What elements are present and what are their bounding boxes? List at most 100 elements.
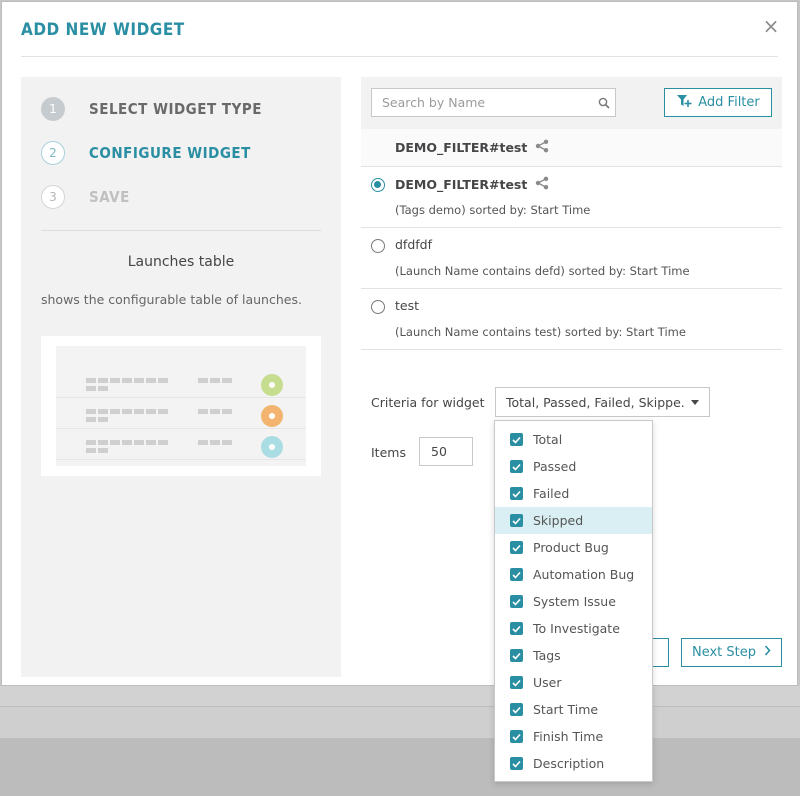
preview-bar	[86, 417, 110, 422]
modal-title: ADD NEW WIDGET	[21, 20, 185, 40]
step-label: SELECT WIDGET TYPE	[89, 100, 262, 118]
criteria-option[interactable]: Description	[495, 750, 652, 777]
filter-radio-button[interactable]	[371, 178, 385, 192]
filter-item-name-row: DEMO_FILTER#test	[395, 176, 549, 193]
filter-plus-icon	[676, 94, 692, 112]
criteria-option-label: Start Time	[533, 702, 599, 717]
filter-list: DEMO_FILTER#test (Tags demo) sorted by: …	[361, 167, 782, 350]
criteria-option[interactable]: Start Time	[495, 696, 652, 723]
wizard-sidebar: 1 SELECT WIDGET TYPE 2 CONFIGURE WIDGET …	[21, 77, 341, 677]
checkbox-checked-icon[interactable]	[510, 595, 523, 608]
filter-radio-button[interactable]	[371, 300, 385, 314]
criteria-option-label: Failed	[533, 486, 570, 501]
preview-status-dot	[261, 374, 283, 396]
add-filter-button[interactable]: Add Filter	[664, 88, 772, 117]
filter-item[interactable]: test (Launch Name contains test) sorted …	[361, 289, 782, 350]
criteria-option[interactable]: Skipped	[495, 507, 652, 534]
share-icon	[535, 176, 549, 193]
checkbox-checked-icon[interactable]	[510, 568, 523, 581]
checkbox-checked-icon[interactable]	[510, 514, 523, 527]
criteria-label: Criteria for widget	[371, 395, 485, 410]
divider	[41, 230, 321, 231]
filter-item[interactable]: dfdfdf (Launch Name contains defd) sorte…	[361, 228, 782, 289]
preview-status-dot	[261, 436, 283, 458]
step-save: 3 SAVE	[41, 185, 130, 209]
criteria-option[interactable]: To Investigate	[495, 615, 652, 642]
widget-type-description: shows the configurable table of launches…	[41, 292, 302, 307]
criteria-selected-value: Total, Passed, Failed, Skippe...	[506, 394, 685, 410]
criteria-option[interactable]: Total	[495, 426, 652, 453]
step-number: 3	[41, 185, 65, 209]
preview-row	[56, 368, 306, 398]
checkbox-checked-icon[interactable]	[510, 649, 523, 662]
preview-bar	[86, 440, 170, 445]
preview-status-dot	[261, 405, 283, 427]
active-filter-name: DEMO_FILTER#test	[395, 140, 528, 155]
filter-item-name: dfdfdf	[395, 237, 433, 252]
criteria-option[interactable]: Automation Bug	[495, 561, 652, 588]
criteria-dropdown-menu: Total Passed Failed Skipped Product Bug …	[494, 420, 653, 782]
checkbox-checked-icon[interactable]	[510, 487, 523, 500]
preview-bar	[86, 386, 110, 391]
next-step-label: Next Step	[691, 645, 757, 660]
criteria-option[interactable]: User	[495, 669, 652, 696]
criteria-option-label: Total	[533, 432, 563, 447]
items-label: Items	[371, 445, 406, 460]
backdrop-strip	[0, 686, 800, 706]
next-step-button[interactable]: Next Step	[681, 638, 782, 667]
previous-step-button[interactable]	[651, 638, 669, 667]
criteria-option-label: Description	[533, 756, 605, 771]
filter-item-name: DEMO_FILTER#test	[395, 177, 528, 192]
filter-toolbar: Add Filter	[361, 77, 782, 129]
preview-row	[56, 399, 306, 429]
checkbox-checked-icon[interactable]	[510, 622, 523, 635]
checkbox-checked-icon[interactable]	[510, 460, 523, 473]
caret-down-icon	[691, 399, 699, 405]
step-label: SAVE	[89, 188, 130, 206]
preview-bar	[86, 448, 110, 453]
criteria-option[interactable]: System Issue	[495, 588, 652, 615]
filter-item[interactable]: DEMO_FILTER#test (Tags demo) sorted by: …	[361, 167, 782, 228]
criteria-option[interactable]: Product Bug	[495, 534, 652, 561]
backdrop-strip	[0, 738, 800, 796]
criteria-select[interactable]: Total, Passed, Failed, Skippe...	[495, 387, 710, 417]
criteria-option-label: Tags	[533, 648, 561, 663]
preview-bar	[198, 409, 234, 414]
step-number: 2	[41, 141, 65, 165]
search-box	[371, 88, 616, 117]
checkbox-checked-icon[interactable]	[510, 433, 523, 446]
checkbox-checked-icon[interactable]	[510, 676, 523, 689]
checkbox-checked-icon[interactable]	[510, 730, 523, 743]
share-icon	[535, 139, 549, 156]
criteria-option-label: Passed	[533, 459, 577, 474]
preview-row	[56, 430, 306, 460]
criteria-option-label: Automation Bug	[533, 567, 635, 582]
filter-radio-button[interactable]	[371, 239, 385, 253]
criteria-option[interactable]: Tags	[495, 642, 652, 669]
step-label: CONFIGURE WIDGET	[89, 144, 251, 162]
step-select-widget-type[interactable]: 1 SELECT WIDGET TYPE	[41, 97, 262, 121]
preview-bar	[198, 440, 234, 445]
search-icon[interactable]	[593, 97, 615, 109]
checkbox-checked-icon[interactable]	[510, 757, 523, 770]
checkbox-checked-icon[interactable]	[510, 703, 523, 716]
criteria-option-label: Product Bug	[533, 540, 609, 555]
filter-item-description: (Launch Name contains test) sorted by: S…	[395, 325, 686, 339]
criteria-option[interactable]: Failed	[495, 480, 652, 507]
criteria-option-label: Finish Time	[533, 729, 604, 744]
items-count-input[interactable]	[419, 437, 473, 466]
filter-item-name: test	[395, 298, 420, 313]
search-input[interactable]	[372, 89, 593, 116]
add-widget-modal: ADD NEW WIDGET × 1 SELECT WIDGET TYPE 2 …	[1, 1, 798, 686]
close-icon[interactable]: ×	[761, 16, 781, 36]
add-filter-label: Add Filter	[698, 95, 760, 110]
preview-bar	[198, 378, 234, 383]
checkbox-checked-icon[interactable]	[510, 541, 523, 554]
step-number: 1	[41, 97, 65, 121]
preview-table	[56, 346, 306, 466]
criteria-option-label: System Issue	[533, 594, 616, 609]
criteria-option[interactable]: Finish Time	[495, 723, 652, 750]
filter-item-description: (Tags demo) sorted by: Start Time	[395, 203, 591, 217]
criteria-option[interactable]: Passed	[495, 453, 652, 480]
criteria-option-label: Skipped	[533, 513, 584, 528]
